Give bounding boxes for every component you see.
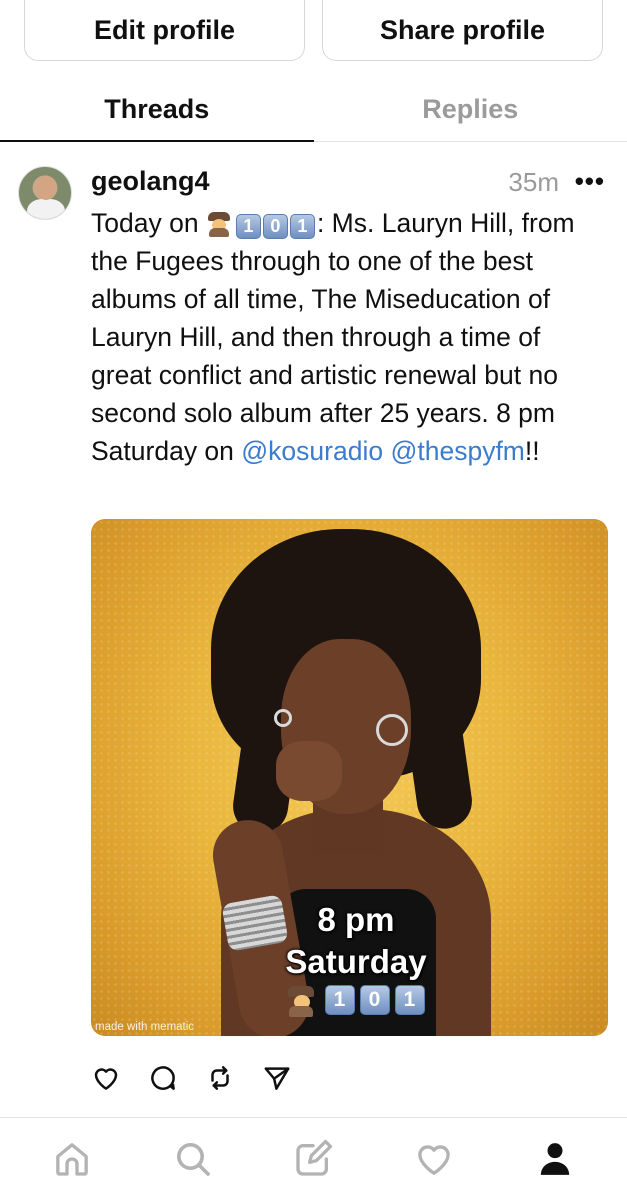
profile-actions: Edit profile Share profile xyxy=(24,0,603,62)
avatar[interactable] xyxy=(18,166,72,220)
mention-link[interactable]: @kosuradio xyxy=(241,436,383,466)
detective-emoji-icon xyxy=(286,985,318,1017)
more-options-icon[interactable]: ••• xyxy=(575,166,605,197)
image-earring xyxy=(376,714,408,746)
heart-icon[interactable] xyxy=(91,1063,121,1098)
bottom-navigation xyxy=(0,1117,627,1200)
caption-line: 8 pm xyxy=(317,901,395,938)
keycap-1-icon: 1 xyxy=(324,985,355,1015)
image-hand xyxy=(276,741,342,801)
post-actions xyxy=(91,1063,292,1098)
post-text-body: : Ms. Lauryn Hill, from the Fugees throu… xyxy=(91,208,575,466)
keycap-0-icon: 0 xyxy=(359,985,390,1015)
share-icon[interactable] xyxy=(262,1063,292,1098)
caption-emoji-row: 1 0 1 xyxy=(241,985,471,1017)
post-text: Today on 101: Ms. Lauryn Hill, from the … xyxy=(91,204,606,470)
compose-icon[interactable] xyxy=(290,1136,336,1182)
post-timestamp: 35m xyxy=(508,167,559,197)
activity-heart-icon[interactable] xyxy=(411,1136,457,1182)
keycap-1-icon: 1 xyxy=(289,214,315,239)
profile-icon[interactable] xyxy=(532,1136,578,1182)
home-icon[interactable] xyxy=(49,1136,95,1182)
edit-profile-button[interactable]: Edit profile xyxy=(24,0,305,61)
post-image[interactable]: 8 pm Saturday 1 0 1 made with mematic xyxy=(91,519,608,1036)
post-text-suffix: !! xyxy=(524,436,540,466)
caption-line: Saturday xyxy=(285,943,427,980)
share-profile-button[interactable]: Share profile xyxy=(322,0,603,61)
post-username[interactable]: geolang4 xyxy=(91,166,210,197)
avatar-shirt xyxy=(27,199,65,219)
image-caption: 8 pm Saturday 1 0 1 xyxy=(241,899,471,1017)
tab-threads[interactable]: Threads xyxy=(0,78,314,142)
comment-icon[interactable] xyxy=(148,1063,178,1098)
avatar-head xyxy=(36,176,56,200)
keycap-1-icon: 1 xyxy=(394,985,425,1015)
search-icon[interactable] xyxy=(170,1136,216,1182)
watermark: made with mematic xyxy=(95,1021,195,1033)
image-earring xyxy=(274,709,292,727)
repost-icon[interactable] xyxy=(205,1063,235,1098)
post-text-prefix: Today on xyxy=(91,208,199,238)
profile-tabs: Threads Replies xyxy=(0,78,627,142)
keycap-0-icon: 0 xyxy=(262,214,288,239)
keycap-1-icon: 1 xyxy=(235,214,261,239)
mention-link[interactable]: @thespyfm xyxy=(390,436,524,466)
tab-replies[interactable]: Replies xyxy=(314,78,627,141)
detective-emoji-icon xyxy=(206,211,232,237)
